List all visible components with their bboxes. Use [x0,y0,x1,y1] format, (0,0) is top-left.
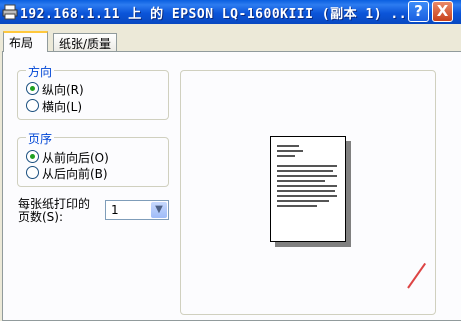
radio-portrait-label: 纵向(R) [42,83,84,97]
chevron-down-icon[interactable]: ▼ [151,202,167,218]
printer-icon [2,4,18,20]
pages-per-sheet-value: 1 [111,203,119,217]
orientation-title: 方向 [26,63,55,80]
title-bar[interactable]: 192.168.1.11 上 的 EPSON LQ-1600KIII (副本 1… [0,0,461,24]
close-button[interactable]: X [432,1,453,22]
tab-strip: 布局 纸张/质量 [0,24,461,52]
preview-page [270,136,346,242]
tab-layout[interactable]: 布局 [3,31,48,52]
radio-button[interactable] [26,150,39,163]
page-preview [180,70,436,315]
orientation-group: 方向 纵向(R) 横向(L) [17,63,169,120]
radio-back-to-front-label: 从后向前(B) [42,167,108,181]
pages-per-sheet-label-2: 页数(S): [18,210,64,224]
help-button[interactable]: ? [408,1,429,22]
radio-button[interactable] [26,99,39,112]
radio-front-to-back-label: 从前向后(O) [42,151,109,165]
page-order-group: 页序 从前向后(O) 从后向前(B) [17,130,169,187]
pages-per-sheet-select[interactable]: 1 ▼ [105,200,169,220]
radio-button[interactable] [26,166,39,179]
window-title: 192.168.1.11 上 的 EPSON LQ-1600KIII (副本 1… [20,7,416,22]
radio-landscape-label: 横向(L) [42,100,83,114]
page-order-title: 页序 [26,130,55,147]
radio-button[interactable] [26,82,39,95]
tab-paper-quality[interactable]: 纸张/质量 [53,33,117,51]
